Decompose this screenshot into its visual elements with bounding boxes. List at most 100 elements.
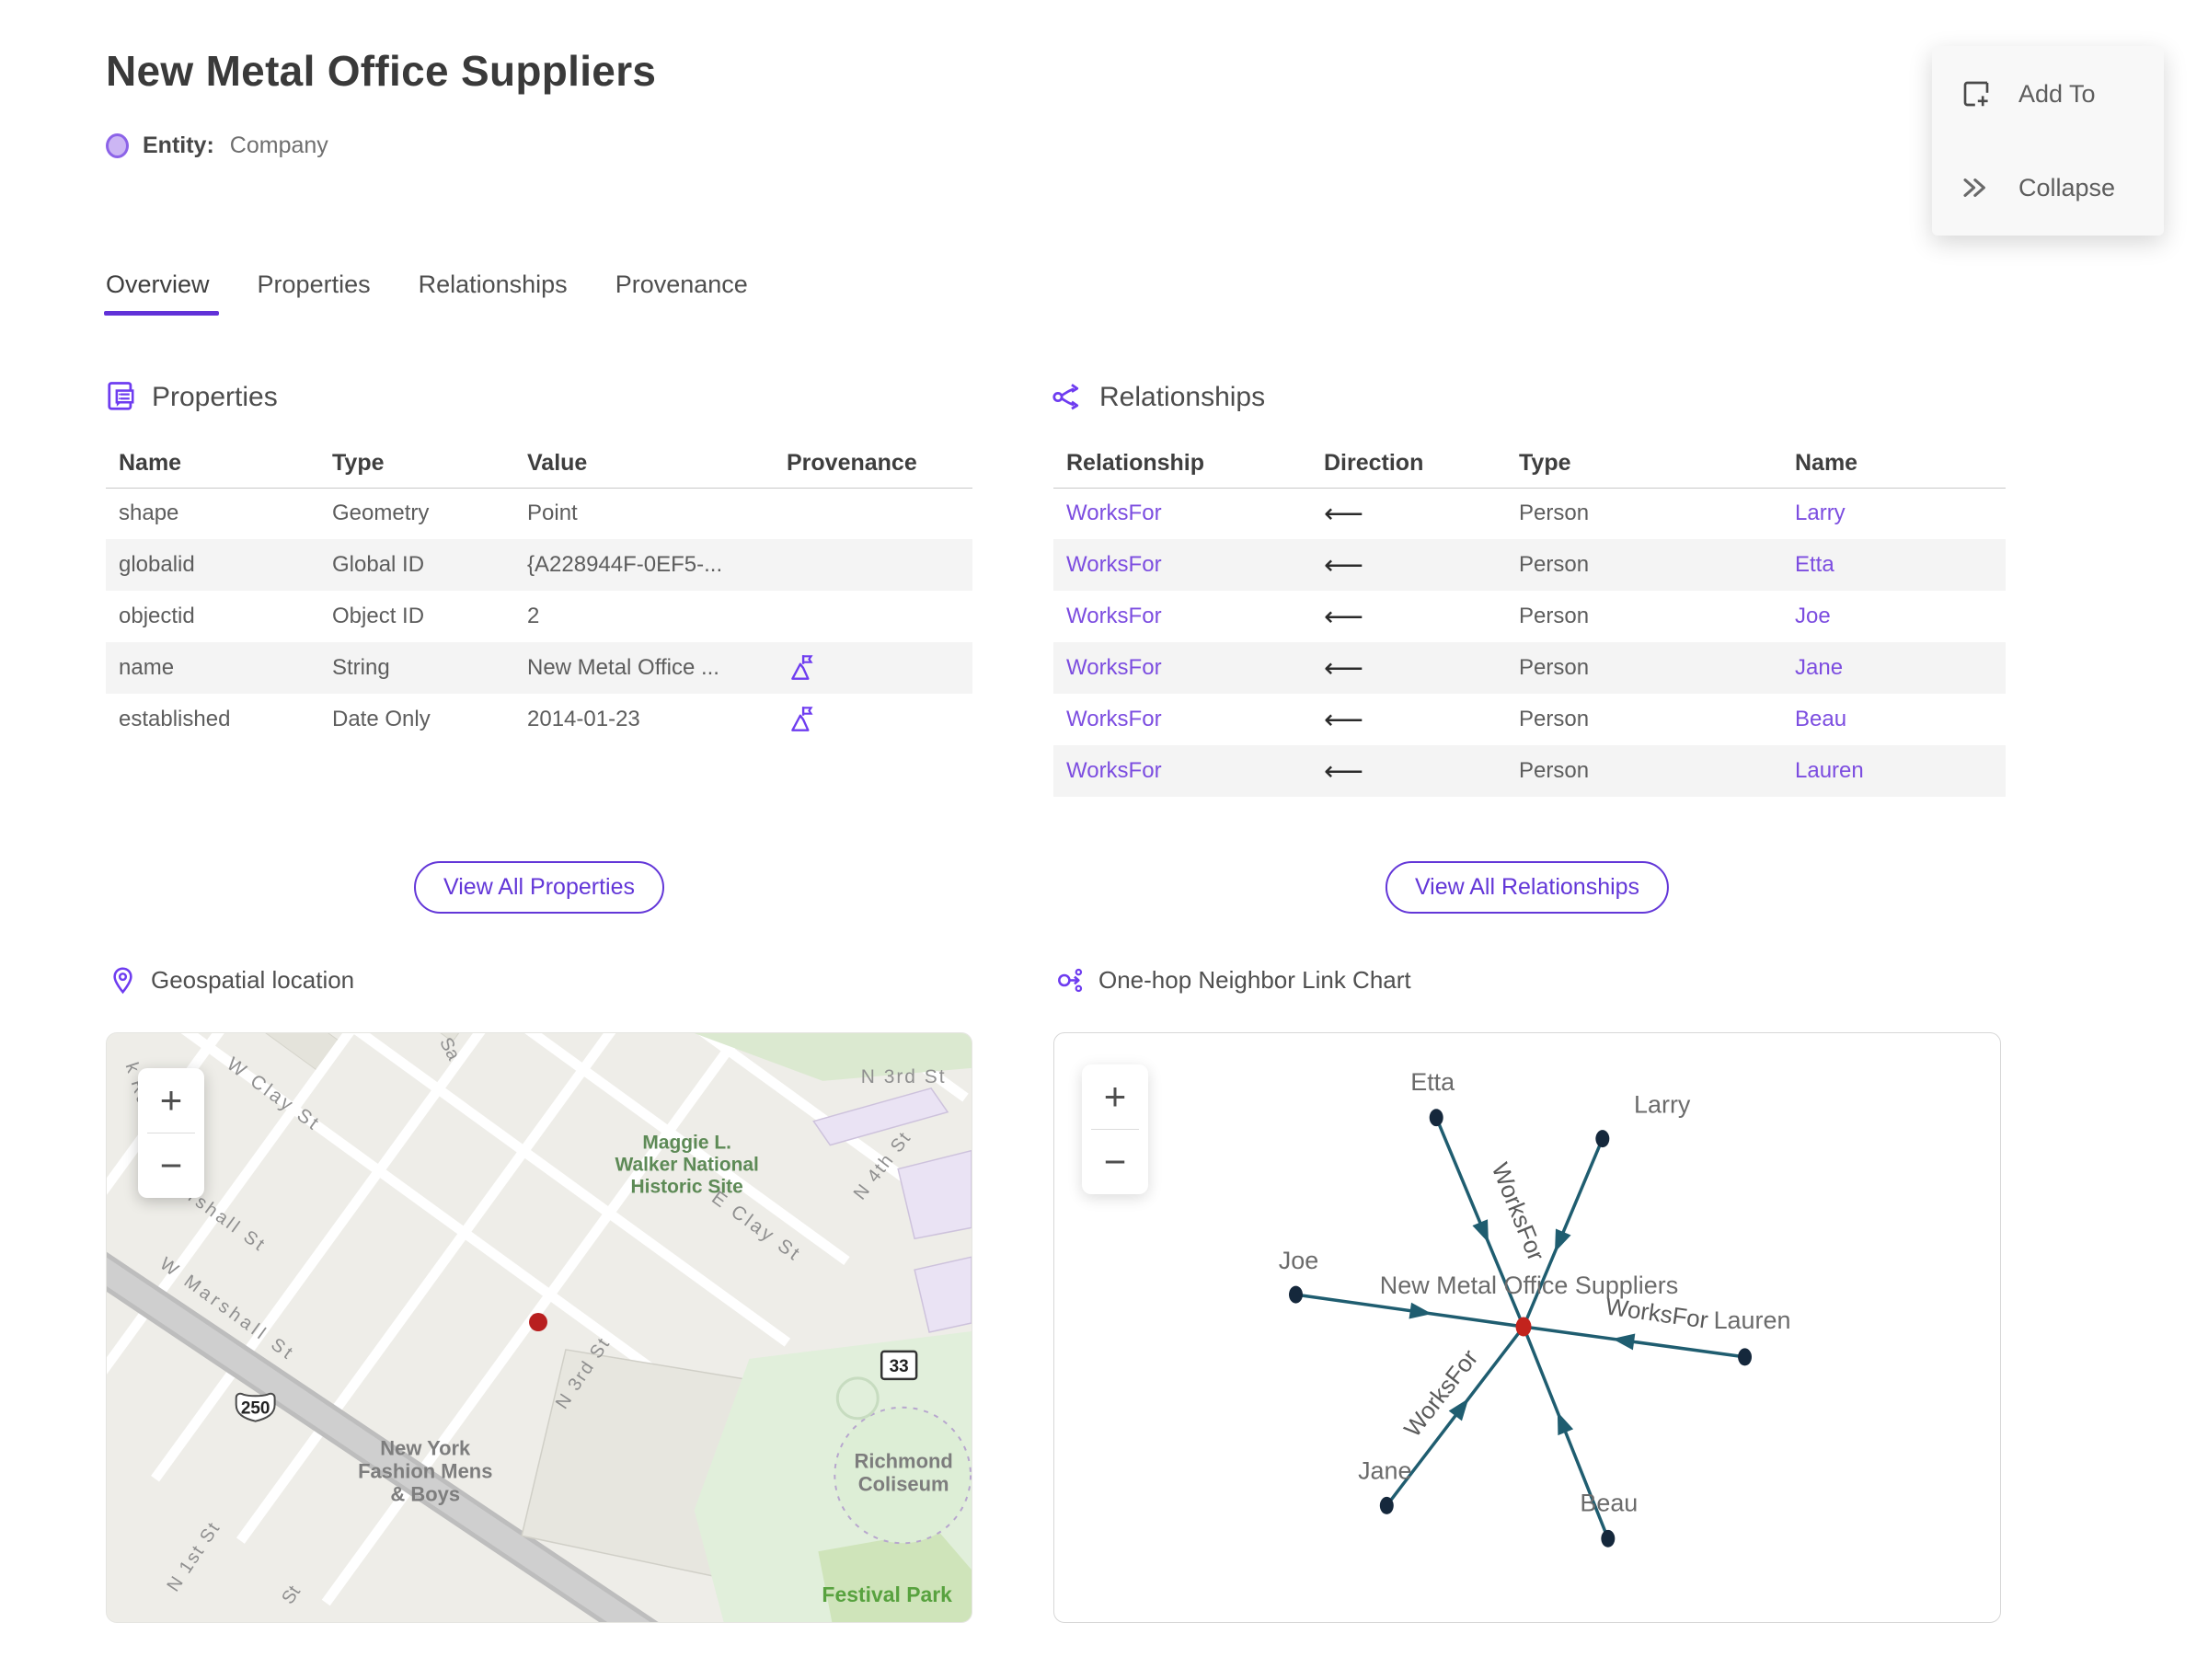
link-chart-section-title: One-hop Neighbor Link Chart xyxy=(1098,966,1411,994)
view-all-properties-button[interactable]: View All Properties xyxy=(414,861,664,914)
map-zoom-in-button[interactable]: + xyxy=(138,1068,204,1133)
property-name: established xyxy=(119,707,231,731)
entity-name-link[interactable]: Larry xyxy=(1795,501,1846,525)
node-beau[interactable] xyxy=(1601,1529,1616,1548)
relationships-section-title: Relationships xyxy=(1099,381,1266,412)
relationship-link[interactable]: WorksFor xyxy=(1066,501,1162,525)
property-row: globalid Global ID {A228944F-0EF5-... xyxy=(106,539,972,591)
property-name: globalid xyxy=(119,552,195,577)
property-provenance xyxy=(774,591,972,642)
add-to-button[interactable]: Add To xyxy=(1960,77,2136,110)
relationship-cell: WorksFor xyxy=(1053,745,1311,797)
edge-joe xyxy=(1295,1293,1524,1329)
properties-section-title: Properties xyxy=(152,381,278,412)
property-row: objectid Object ID 2 xyxy=(106,591,972,642)
relationship-row: WorksFor ⟵ Person Etta xyxy=(1053,539,2006,591)
node-joe[interactable] xyxy=(1289,1285,1303,1304)
geospatial-section-title: Geospatial location xyxy=(151,966,355,994)
relationship-row: WorksFor ⟵ Person Jane xyxy=(1053,642,2006,694)
relationship-link[interactable]: WorksFor xyxy=(1066,552,1162,577)
provenance-icon[interactable] xyxy=(787,652,818,684)
entity-name-link[interactable]: Joe xyxy=(1795,604,1831,628)
node-jane[interactable] xyxy=(1379,1496,1394,1514)
name-cell: Etta xyxy=(1782,539,2006,591)
node-etta[interactable] xyxy=(1429,1109,1443,1127)
property-provenance[interactable] xyxy=(774,694,972,745)
entity-name-link[interactable]: Beau xyxy=(1795,707,1846,731)
entity-name-link[interactable]: Lauren xyxy=(1795,758,1864,783)
link-chart[interactable]: WorksFor WorksFor WorksFor Etta Larry Joe Laur… xyxy=(1053,1032,2001,1623)
node-larry[interactable] xyxy=(1595,1130,1610,1148)
properties-section-header: Properties xyxy=(104,380,278,414)
tab-provenance[interactable]: Provenance xyxy=(615,270,748,316)
property-name: objectid xyxy=(119,604,195,628)
relationship-cell: WorksFor xyxy=(1053,642,1311,694)
property-type: String xyxy=(332,655,390,680)
collapse-label: Collapse xyxy=(2018,173,2116,201)
direction-arrow-icon: ⟵ xyxy=(1324,755,1364,787)
direction-cell: ⟵ xyxy=(1311,694,1506,745)
property-row: shape Geometry Point xyxy=(106,488,972,539)
node-label-joe: Joe xyxy=(1279,1247,1318,1274)
node-label-jane: Jane xyxy=(1358,1457,1411,1485)
route-shield-33: 33 xyxy=(880,1350,918,1381)
properties-icon xyxy=(108,382,134,410)
provenance-icon[interactable] xyxy=(787,704,818,735)
entity-name-link[interactable]: Etta xyxy=(1795,552,1834,577)
properties-header-row: Name Type Value Provenance xyxy=(106,440,972,489)
name-cell: Joe xyxy=(1782,591,2006,642)
route-shield-250: 250 xyxy=(235,1392,276,1422)
map[interactable]: k RdW Clay StSaN 3rd StMaggie L.Walker N… xyxy=(106,1032,972,1623)
double-chevron-right-icon xyxy=(1963,178,1985,197)
col-name: Name xyxy=(1782,440,2006,489)
relationship-cell: WorksFor xyxy=(1053,539,1311,591)
link-chart-section-header: One-hop Neighbor Link Chart xyxy=(1056,966,1411,995)
relationship-link[interactable]: WorksFor xyxy=(1066,707,1162,731)
map-label: Richmond xyxy=(855,1450,953,1473)
node-lauren[interactable] xyxy=(1738,1348,1753,1366)
relationship-link[interactable]: WorksFor xyxy=(1066,655,1162,680)
chart-zoom-in-button[interactable]: + xyxy=(1082,1064,1148,1129)
map-zoom-out-button[interactable]: − xyxy=(138,1133,204,1198)
property-type: Object ID xyxy=(332,604,425,628)
chart-zoom-control: + − xyxy=(1082,1064,1148,1194)
relationship-cell: WorksFor xyxy=(1053,488,1311,539)
direction-cell: ⟵ xyxy=(1311,745,1506,797)
property-provenance[interactable] xyxy=(774,642,972,694)
node-label-center: New Metal Office Suppliers xyxy=(1380,1272,1678,1299)
property-provenance xyxy=(774,488,972,539)
node-center[interactable] xyxy=(1515,1317,1532,1337)
property-value: {A228944F-0EF5-... xyxy=(527,552,723,577)
relationship-row: WorksFor ⟵ Person Beau xyxy=(1053,694,2006,745)
type-cell: Person xyxy=(1519,501,1590,526)
svg-text:250: 250 xyxy=(241,1399,270,1419)
type-cell: Person xyxy=(1519,655,1590,680)
collapse-button[interactable]: Collapse xyxy=(1960,171,2136,204)
col-provenance: Provenance xyxy=(774,440,972,489)
svg-text:33: 33 xyxy=(890,1357,909,1376)
entity-type-icon xyxy=(106,133,129,158)
actions-menu: Add To Collapse xyxy=(1932,46,2164,236)
relationships-header-row: Relationship Direction Type Name xyxy=(1053,440,2006,489)
edge-arrowhead xyxy=(1472,1219,1489,1243)
name-cell: Larry xyxy=(1782,488,2006,539)
tab-overview[interactable]: Overview xyxy=(104,270,219,316)
direction-arrow-icon: ⟵ xyxy=(1324,704,1364,735)
view-all-relationships-button[interactable]: View All Relationships xyxy=(1385,861,1670,914)
link-chart-icon xyxy=(1058,968,1083,993)
relationship-link[interactable]: WorksFor xyxy=(1066,758,1162,783)
name-cell: Jane xyxy=(1782,642,2006,694)
entity-row: Entity: Company xyxy=(106,132,328,159)
map-label: N 3rd St xyxy=(861,1066,947,1087)
node-label-etta: Etta xyxy=(1410,1068,1455,1096)
property-type: Date Only xyxy=(332,707,431,731)
relationship-row: WorksFor ⟵ Person Lauren xyxy=(1053,745,2006,797)
chart-zoom-out-button[interactable]: − xyxy=(1082,1130,1148,1194)
properties-table: Name Type Value Provenance shape Geometry… xyxy=(106,440,972,745)
entity-name-link[interactable]: Jane xyxy=(1795,655,1843,680)
tab-properties[interactable]: Properties xyxy=(258,270,371,316)
edge-lauren xyxy=(1523,1325,1745,1359)
property-value: Point xyxy=(527,501,578,526)
tab-relationships[interactable]: Relationships xyxy=(419,270,568,316)
relationship-link[interactable]: WorksFor xyxy=(1066,604,1162,628)
